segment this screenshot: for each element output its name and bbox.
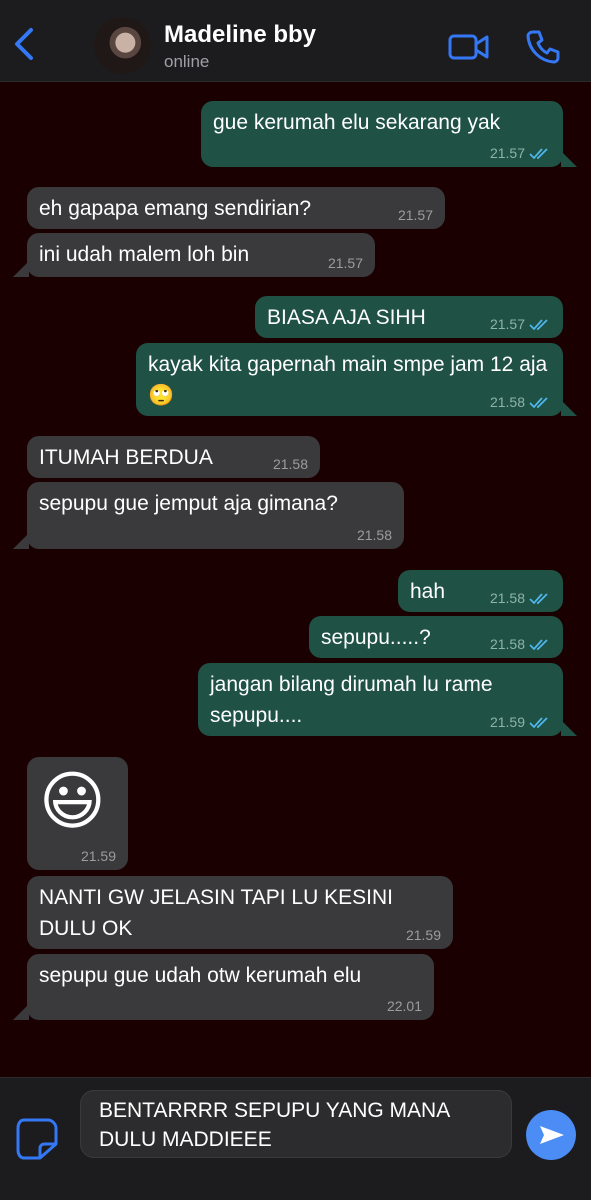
contact-name[interactable]: Madeline bby	[164, 21, 316, 49]
bubble-tail	[561, 720, 577, 736]
message-time: 21.58	[272, 456, 308, 472]
message-incoming[interactable]: eh gapapa emang sendirian? 21.57	[27, 187, 445, 229]
bubble-tail	[561, 400, 577, 416]
message-text: sepupu gue jemput aja gimana?	[39, 492, 338, 515]
double-check-icon	[529, 148, 548, 160]
message-text: sepupu gue udah otw kerumah elu	[39, 964, 362, 987]
message-text: eh gapapa emang sendirian?	[39, 197, 312, 220]
chevron-left-icon[interactable]	[10, 26, 40, 62]
message-text: ITUMAH BERDUA	[39, 446, 213, 469]
message-time: 21.58	[490, 394, 551, 410]
double-check-icon	[529, 593, 548, 605]
message-text: ini udah malem loh bin	[39, 243, 250, 266]
message-incoming[interactable]: sepupu gue udah otw kerumah elu 22.01	[13, 954, 434, 1020]
bubble-tail	[561, 151, 577, 167]
message-time: 22.01	[386, 998, 422, 1014]
message-time: 21.57	[397, 207, 433, 223]
message-time: 21.58	[490, 590, 551, 606]
message-outgoing[interactable]: kayak kita gapernah main smpe jam 12 aja…	[136, 343, 577, 416]
send-button[interactable]	[526, 1110, 576, 1160]
message-outgoing[interactable]: BIASA AJA SIHH 21.57	[255, 296, 563, 338]
double-check-icon	[529, 639, 548, 651]
contact-status: online	[164, 52, 210, 71]
message-outgoing[interactable]: hah 21.58	[398, 570, 563, 612]
message-time: 21.57	[327, 255, 363, 271]
message-incoming[interactable]: ini udah malem loh bin 21.57	[13, 233, 375, 277]
message-time: 21.59	[490, 714, 551, 730]
message-time: 21.57	[490, 145, 551, 161]
message-time: 21.57	[490, 316, 551, 332]
message-incoming[interactable]: sepupu gue jemput aja gimana? 21.58	[13, 482, 404, 549]
video-camera-icon[interactable]	[448, 32, 490, 62]
message-time: 21.59	[405, 927, 441, 943]
double-check-icon	[529, 319, 548, 331]
message-incoming[interactable]: NANTI GW JELASIN TAPI LU KESINI DULU OK …	[27, 876, 453, 949]
emoji: 😃	[39, 765, 106, 837]
composer-bar: BENTARRRR SEPUPU YANG MANA DULU MADDIEEE	[0, 1077, 591, 1200]
message-outgoing[interactable]: gue kerumah elu sekarang yak 21.57	[201, 101, 577, 167]
double-check-icon	[529, 397, 548, 409]
message-text: NANTI GW JELASIN TAPI LU KESINI DULU OK	[39, 886, 399, 940]
avatar[interactable]	[94, 17, 151, 74]
bubble-tail	[13, 533, 29, 549]
message-time: 21.58	[356, 527, 392, 543]
message-time: 21.58	[490, 636, 551, 652]
phone-icon[interactable]	[525, 29, 561, 65]
message-incoming-emoji[interactable]: 😃 21.59	[27, 757, 128, 870]
message-incoming[interactable]: ITUMAH BERDUA 21.58	[27, 436, 320, 478]
message-input[interactable]: BENTARRRR SEPUPU YANG MANA DULU MADDIEEE	[80, 1090, 512, 1158]
sticker-icon[interactable]	[14, 1116, 60, 1162]
message-outgoing[interactable]: jangan bilang dirumah lu rame sepupu....…	[198, 663, 577, 736]
message-outgoing[interactable]: sepupu.....? 21.58	[309, 616, 563, 658]
double-check-icon	[529, 717, 548, 729]
send-arrow-icon	[540, 1126, 564, 1144]
bubble-tail	[13, 261, 29, 277]
message-text: gue kerumah elu sekarang yak	[213, 111, 501, 134]
bubble-tail	[13, 1004, 29, 1020]
message-time: 21.59	[80, 848, 116, 864]
chat-header: Madeline bby online	[0, 0, 591, 82]
